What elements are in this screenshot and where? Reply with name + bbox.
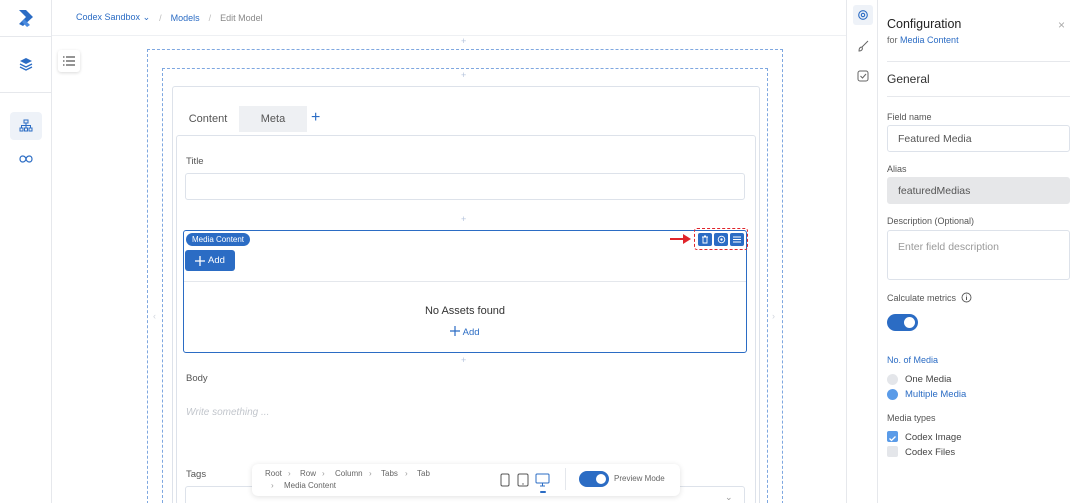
preview-mode-label: Preview Mode: [614, 474, 665, 483]
divider: [184, 281, 746, 282]
title-input[interactable]: [185, 173, 745, 200]
layers-icon[interactable]: [10, 50, 42, 78]
brush-icon[interactable]: [853, 36, 873, 56]
field-name-input[interactable]: Featured Media: [887, 125, 1070, 152]
field-menu-button[interactable]: [730, 233, 744, 246]
insert-plus-icon[interactable]: +: [461, 71, 466, 80]
chevron-right-icon[interactable]: ›: [772, 312, 775, 321]
description-label: Description (Optional): [887, 216, 975, 226]
title-label: Title: [186, 156, 204, 167]
add-tab-button[interactable]: +: [311, 110, 320, 126]
calculate-metrics-toggle[interactable]: [887, 314, 918, 331]
breadcrumb-workspace[interactable]: Codex Sandbox ⌄: [76, 12, 150, 23]
tab-meta[interactable]: Meta: [239, 106, 307, 132]
outline-list-button[interactable]: [58, 50, 80, 72]
chevron-down-icon: ⌄: [725, 492, 733, 502]
close-icon[interactable]: ×: [1058, 18, 1065, 32]
breadcrumb: Codex Sandbox ⌄ / Models / Edit Model: [52, 0, 846, 36]
menu-icon: [733, 236, 741, 243]
tabs-bar: Content Meta: [177, 106, 307, 132]
list-icon: [63, 56, 75, 66]
desktop-view-icon[interactable]: [535, 473, 550, 487]
insert-plus-icon[interactable]: +: [461, 37, 466, 46]
codex-image-label[interactable]: Codex Image: [905, 432, 962, 443]
breadcrumb-current: Edit Model: [220, 12, 263, 23]
config-subtitle: for Media Content: [887, 35, 959, 45]
configuration-panel: Configuration for Media Content × Genera…: [878, 0, 1080, 503]
alias-input: featuredMedias: [887, 177, 1070, 204]
gear-icon: [717, 235, 725, 244]
description-textarea[interactable]: Enter field description: [887, 230, 1070, 280]
one-media-label[interactable]: One Media: [905, 374, 951, 385]
media-content-chip: Media Content: [186, 233, 251, 246]
config-title: Configuration: [887, 17, 962, 31]
multiple-media-label[interactable]: Multiple Media: [905, 389, 966, 400]
insert-plus-icon[interactable]: +: [461, 356, 466, 365]
empty-state-text: No Assets found: [424, 305, 506, 317]
settings-gear-icon[interactable]: [853, 5, 873, 25]
settings-strip: [846, 0, 878, 503]
breadcrumb-models[interactable]: Models: [171, 13, 200, 23]
alias-label: Alias: [887, 164, 907, 174]
path-tab[interactable]: Tab: [417, 469, 430, 478]
path-tabs[interactable]: Tabs: [381, 469, 398, 478]
delete-field-button[interactable]: [698, 233, 712, 246]
no-of-media-label: No. of Media: [887, 355, 939, 365]
insert-plus-icon[interactable]: +: [461, 215, 466, 224]
codex-files-label[interactable]: Codex Files: [905, 447, 955, 458]
tab-content[interactable]: Content: [177, 106, 239, 132]
check-icon: [889, 436, 896, 442]
arrow-right-icon: [670, 234, 691, 244]
tags-label: Tags: [186, 469, 207, 480]
radio-multiple-media[interactable]: [887, 389, 898, 400]
plus-icon: [450, 326, 461, 336]
info-icon: [961, 292, 971, 303]
add-asset-link[interactable]: Add: [184, 326, 746, 338]
field-settings-button[interactable]: [714, 233, 728, 246]
checkbox-codex-image[interactable]: [887, 431, 898, 442]
section-general: General: [887, 72, 930, 86]
calculate-metrics-label: Calculate metrics: [887, 292, 972, 303]
infinity-icon[interactable]: [10, 145, 42, 173]
field-name-label: Field name: [887, 112, 932, 122]
media-types-label: Media types: [887, 413, 936, 423]
body-editor[interactable]: Write something ...: [186, 407, 269, 418]
preview-mode-toggle[interactable]: [579, 471, 609, 487]
body-label: Body: [186, 373, 208, 384]
plus-icon: [195, 255, 206, 266]
trash-icon: [702, 235, 708, 244]
active-device-indicator: [540, 491, 546, 493]
path-row[interactable]: Row: [300, 469, 316, 478]
path-root[interactable]: Root: [265, 469, 282, 478]
mobile-view-icon[interactable]: [500, 473, 510, 487]
sitemap-icon[interactable]: [10, 112, 42, 140]
radio-one-media[interactable]: [887, 374, 898, 385]
codex-logo-icon[interactable]: [16, 8, 36, 28]
path-column[interactable]: Column: [335, 469, 363, 478]
left-rail: [0, 0, 52, 503]
tablet-view-icon[interactable]: [517, 473, 529, 487]
checkbox-codex-files[interactable]: [887, 446, 898, 457]
validation-check-icon[interactable]: [853, 66, 873, 86]
add-media-button[interactable]: Add: [185, 250, 235, 271]
chevron-left-icon[interactable]: ‹: [153, 312, 156, 321]
path-media-content[interactable]: Media Content: [284, 481, 336, 490]
